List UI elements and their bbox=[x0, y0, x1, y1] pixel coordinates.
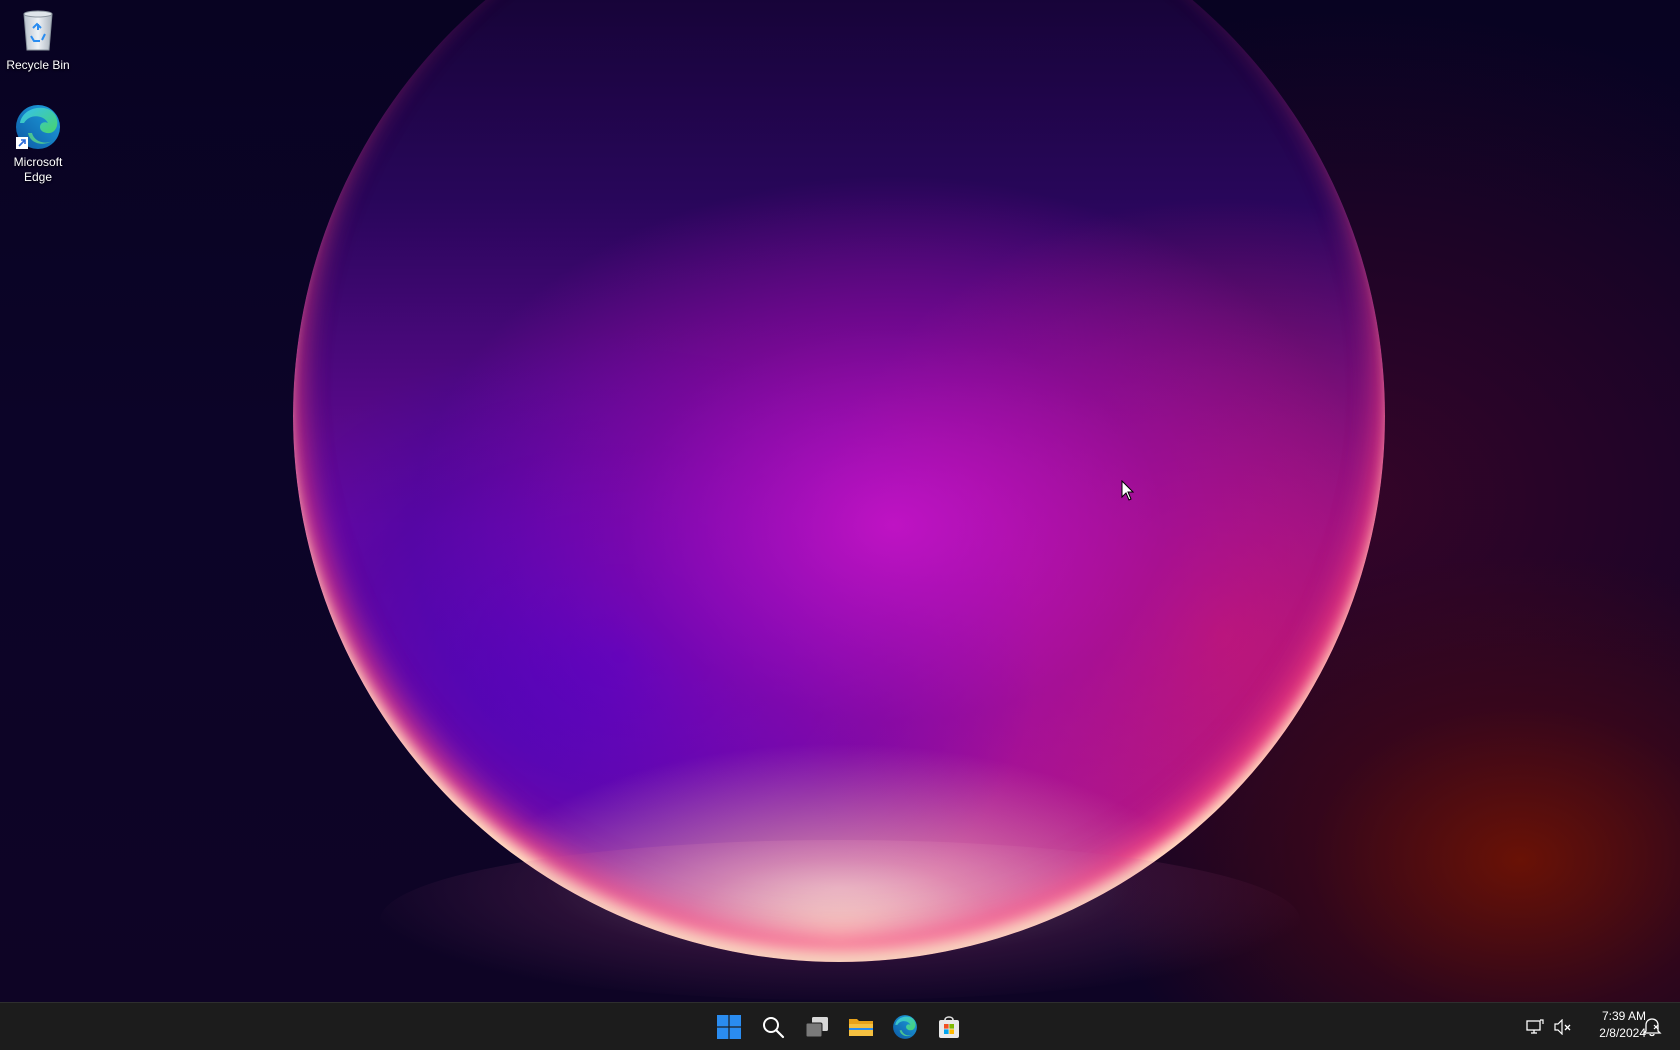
folder-icon bbox=[849, 1018, 873, 1036]
desktop-icon-label: Microsoft Edge bbox=[13, 155, 63, 184]
desktop-wallpaper bbox=[0, 0, 1680, 1002]
file-explorer-button[interactable] bbox=[841, 1007, 881, 1047]
desktop-icon-microsoft-edge[interactable]: Microsoft Edge bbox=[0, 103, 76, 185]
edge-taskbar-button[interactable] bbox=[885, 1007, 925, 1047]
start-button[interactable] bbox=[709, 1007, 749, 1047]
task-view-button[interactable] bbox=[797, 1007, 837, 1047]
wallpaper-glow bbox=[380, 840, 1300, 1000]
task-view-icon bbox=[805, 1016, 828, 1037]
desktop-icon-label: Recycle Bin bbox=[6, 58, 70, 72]
wallpaper-bloom-orb bbox=[293, 0, 1385, 962]
desktop-icon-recycle-bin[interactable]: Recycle Bin bbox=[0, 6, 76, 73]
taskbar: 7:39 AM 2/8/2024 bbox=[0, 1002, 1680, 1050]
store-icon bbox=[939, 1015, 959, 1038]
taskbar-pinned-apps bbox=[709, 1003, 969, 1050]
network-icon[interactable] bbox=[1524, 1016, 1546, 1038]
mouse-cursor-icon bbox=[1121, 480, 1135, 501]
clock-date: 2/8/2024 bbox=[1599, 1026, 1646, 1040]
system-tray bbox=[1524, 1003, 1574, 1050]
windows-start-icon bbox=[717, 1014, 741, 1039]
store-button[interactable] bbox=[929, 1007, 969, 1047]
taskbar-clock[interactable]: 7:39 AM 2/8/2024 bbox=[1578, 1008, 1646, 1042]
volume-muted-icon[interactable] bbox=[1552, 1016, 1574, 1038]
search-icon bbox=[763, 1016, 785, 1038]
recycle-bin-icon bbox=[23, 10, 53, 51]
edge-icon bbox=[893, 1014, 917, 1039]
notification-bell-icon[interactable] bbox=[1642, 1017, 1662, 1037]
clock-time: 7:39 AM bbox=[1601, 1009, 1646, 1023]
edge-icon bbox=[16, 105, 60, 149]
search-button[interactable] bbox=[753, 1007, 793, 1047]
